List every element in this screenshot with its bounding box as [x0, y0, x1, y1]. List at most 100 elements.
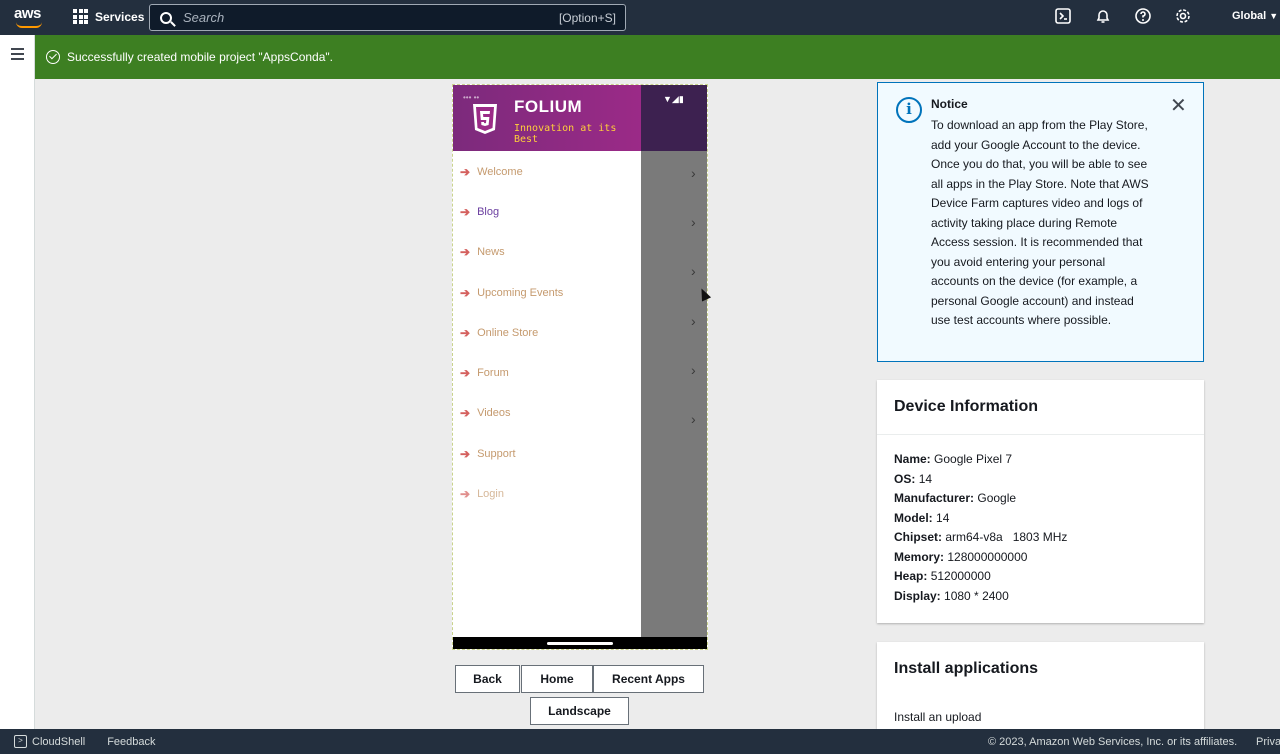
arrow-right-icon: ➔ — [460, 487, 471, 501]
menu-label: News — [477, 246, 505, 258]
menu-item-videos[interactable]: ➔ Videos — [460, 406, 511, 420]
services-label: Services — [95, 9, 145, 24]
device-screen[interactable]: ••• •• FOLIUM Innovation at its Best ▼◢▮… — [452, 84, 708, 650]
notice-alert: i Notice To download an app from the Pla… — [877, 82, 1204, 362]
cloudshell-label: CloudShell — [32, 735, 86, 748]
feedback-link[interactable]: Feedback — [107, 736, 155, 748]
search-input[interactable]: Search [Option+S] — [149, 4, 626, 31]
status-icons: ▼◢▮ — [663, 94, 684, 104]
arrow-right-icon: ➔ — [460, 406, 471, 420]
device-information-panel: Device Information Name: Google Pixel 7 … — [877, 380, 1204, 623]
back-button[interactable]: Back — [455, 665, 520, 693]
field-label: Memory: — [894, 549, 945, 564]
caret-down-icon: ▼ — [1269, 11, 1279, 21]
navigation-drawer — [453, 151, 641, 637]
cloudshell-icon[interactable] — [1054, 7, 1072, 25]
menu-item-online-store[interactable]: ➔ Online Store — [460, 326, 538, 340]
menu-item-blog[interactable]: ➔ Blog — [460, 205, 499, 219]
field-label: Chipset: — [894, 530, 942, 544]
menu-label: Online Store — [477, 327, 539, 339]
chevron-right-icon: › — [691, 214, 696, 230]
arrow-right-icon: ➔ — [460, 447, 471, 461]
top-navigation: aws Services Search [Option+S] Global ▼ — [0, 0, 1280, 35]
aws-logo-text: aws — [14, 5, 41, 22]
device-info-row: Name: Google Pixel 7 — [894, 450, 1187, 470]
menu-item-forum[interactable]: ➔ Forum — [460, 366, 509, 380]
services-menu-button[interactable]: Services — [73, 9, 144, 24]
info-icon: i — [896, 97, 922, 123]
device-info-row: Heap: 512000000 — [894, 567, 1187, 587]
arrow-right-icon: ➔ — [460, 366, 471, 380]
region-selector[interactable]: Global ▼ — [1232, 10, 1278, 22]
chevron-right-icon: › — [691, 313, 696, 329]
close-icon[interactable]: ✕ — [1170, 93, 1187, 118]
arrow-right-icon: ➔ — [460, 205, 471, 219]
landscape-button[interactable]: Landscape — [530, 697, 629, 725]
region-label: Global — [1232, 10, 1267, 22]
device-info-row: Chipset: arm64-v8a 1803 MHz — [894, 528, 1187, 548]
app-tagline: Innovation at its Best — [514, 123, 617, 145]
side-navigation-strip — [0, 35, 35, 729]
field-label: Model: — [894, 510, 933, 525]
nav-icons — [1054, 7, 1192, 25]
field-label: OS: — [894, 471, 916, 486]
hamburger-menu-icon[interactable] — [11, 48, 24, 63]
drawer-scrim[interactable] — [641, 151, 707, 637]
field-label: Display: — [894, 588, 941, 603]
console-footer: > CloudShell Feedback © 2023, Amazon Web … — [0, 729, 1280, 754]
success-check-icon — [46, 50, 60, 64]
privacy-link[interactable]: Privacy — [1256, 736, 1280, 748]
menu-item-news[interactable]: ➔ News — [460, 245, 505, 259]
menu-label: Login — [477, 488, 504, 500]
menu-item-support[interactable]: ➔ Support — [460, 447, 516, 461]
menu-label: Upcoming Events — [477, 287, 564, 299]
status-bar-left: ••• •• — [463, 93, 480, 102]
field-value: arm64-v8a 1803 MHz — [945, 530, 1068, 544]
field-value: 128000000000 — [947, 549, 1028, 564]
device-info-title: Device Information — [877, 380, 1204, 435]
home-button[interactable]: Home — [521, 665, 593, 693]
search-shortcut: [Option+S] — [558, 10, 616, 25]
field-value: 14 — [936, 510, 950, 525]
device-info-row: Memory: 128000000000 — [894, 548, 1187, 568]
device-info-list: Name: Google Pixel 7 OS: 14 Manufacturer… — [877, 435, 1204, 621]
field-label: Name: — [894, 452, 931, 466]
menu-label: Blog — [477, 206, 500, 218]
gear-icon[interactable] — [1174, 7, 1192, 25]
app-header: ••• •• FOLIUM Innovation at its Best — [453, 85, 641, 151]
cloudshell-button[interactable]: > CloudShell — [14, 735, 85, 748]
aws-logo[interactable]: aws — [14, 5, 46, 29]
success-flash-bar: Successfully created mobile project "App… — [35, 35, 1280, 79]
aws-smile-icon — [16, 22, 42, 28]
app-header-shade: ▼◢▮ — [641, 85, 707, 151]
field-value: 14 — [918, 471, 933, 486]
copyright-text: © 2023, Amazon Web Services, Inc. or its… — [988, 736, 1238, 748]
field-value: Google Pixel 7 — [934, 452, 1013, 466]
menu-item-welcome[interactable]: ➔ Welcome — [460, 165, 523, 179]
arrow-right-icon: ➔ — [460, 286, 471, 300]
field-value: Google — [977, 491, 1017, 505]
arrow-right-icon: ➔ — [460, 165, 471, 179]
arrow-right-icon: ➔ — [460, 245, 471, 259]
menu-item-upcoming-events[interactable]: ➔ Upcoming Events — [460, 286, 563, 300]
device-info-row: Manufacturer: Google — [894, 489, 1187, 509]
device-info-row: Display: 1080 * 2400 — [894, 587, 1187, 607]
menu-item-login[interactable]: ➔ Login — [460, 487, 504, 501]
chevron-right-icon: › — [691, 263, 696, 279]
flash-message: Successfully created mobile project "App… — [67, 50, 333, 64]
notice-title: Notice — [931, 97, 968, 111]
grid-icon — [73, 9, 88, 24]
html5-logo-icon — [473, 104, 497, 134]
menu-label: Forum — [477, 367, 509, 379]
arrow-right-icon: ➔ — [460, 326, 471, 340]
chevron-right-icon: › — [691, 411, 696, 427]
cloudshell-icon: > — [14, 735, 27, 748]
app-name: FOLIUM — [514, 97, 583, 116]
recent-apps-button[interactable]: Recent Apps — [593, 665, 704, 693]
android-gesture-bar[interactable] — [453, 637, 707, 649]
menu-label: Welcome — [477, 166, 523, 178]
bell-icon[interactable] — [1094, 7, 1112, 25]
notice-body: To download an app from the Play Store, … — [931, 118, 1149, 327]
help-icon[interactable] — [1134, 7, 1152, 25]
install-subtitle: Install an upload — [894, 710, 982, 724]
